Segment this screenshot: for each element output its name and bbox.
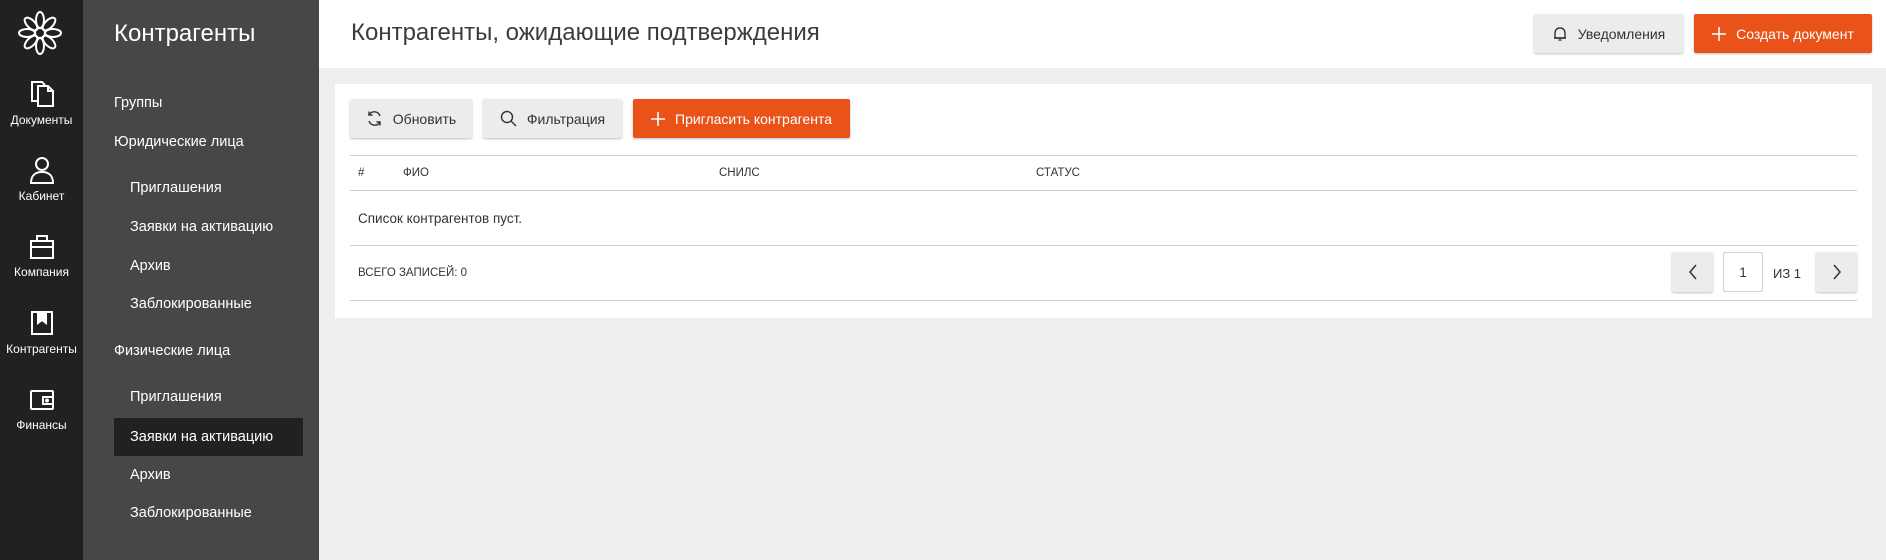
rail-item-documents[interactable]: Документы xyxy=(0,80,83,142)
plus-icon xyxy=(651,111,665,126)
refresh-button[interactable]: Обновить xyxy=(350,99,472,138)
section-sidebar: Контрагенты Группы Юридические лица Приг… xyxy=(83,0,319,560)
column-header-snils[interactable]: СНИЛС xyxy=(719,167,760,179)
rail-item-finance[interactable]: Финансы xyxy=(0,385,83,447)
sidebar-item-individual-blocked[interactable]: Заблокированные xyxy=(114,494,303,532)
create-document-label: Создать документ xyxy=(1736,25,1854,42)
rail-item-company[interactable]: Компания xyxy=(0,232,83,294)
page-header: Контрагенты, ожидающие подтверждения Уве… xyxy=(319,0,1886,68)
person-icon xyxy=(29,157,54,184)
rail-label: Финансы xyxy=(16,418,67,432)
invite-counterparty-button[interactable]: Пригласить контрагента xyxy=(633,99,850,138)
sidebar-item-legal-archive[interactable]: Архив xyxy=(114,247,303,285)
rail-label: Кабинет xyxy=(18,189,65,203)
bookmark-book-icon xyxy=(30,311,53,335)
column-header-status[interactable]: СТАТУС xyxy=(1036,167,1080,179)
search-icon xyxy=(500,110,517,127)
total-records: ВСЕГО ЗАПИСЕЙ: 0 xyxy=(358,267,468,279)
sidebar-item-legal-invitations[interactable]: Приглашения xyxy=(114,169,303,207)
column-header-number[interactable]: # xyxy=(358,167,364,179)
sidebar-item-groups[interactable]: Группы xyxy=(114,95,162,111)
invite-counterparty-label: Пригласить контрагента xyxy=(675,110,832,127)
empty-state-row: Список контрагентов пуст. xyxy=(350,191,1857,246)
documents-icon xyxy=(30,81,54,107)
logo-icon[interactable] xyxy=(16,9,64,57)
chevron-right-icon xyxy=(1832,264,1841,280)
page-number-input[interactable] xyxy=(1723,252,1763,292)
wallet-icon xyxy=(29,390,54,410)
bell-icon xyxy=(1553,26,1566,41)
rail-label: Компания xyxy=(14,265,69,279)
sidebar-item-individual-invitations[interactable]: Приглашения xyxy=(114,378,303,416)
rail-item-counterparties[interactable]: Контрагенты xyxy=(0,309,83,371)
create-document-button[interactable]: Создать документ xyxy=(1694,14,1872,53)
plus-icon xyxy=(1712,26,1727,41)
filter-button[interactable]: Фильтрация xyxy=(483,99,622,138)
page-of-label: ИЗ 1 xyxy=(1773,266,1802,281)
table-footer: ВСЕГО ЗАПИСЕЙ: 0 ИЗ 1 xyxy=(350,246,1857,301)
column-header-name[interactable]: ФИО xyxy=(403,167,429,179)
sidebar-title: Контрагенты xyxy=(114,20,256,47)
content-card: Обновить Фильтрация Пригласить контраген… xyxy=(335,84,1872,318)
filter-label: Фильтрация xyxy=(526,110,606,127)
notifications-button[interactable]: Уведомления xyxy=(1534,14,1683,53)
empty-state-text: Список контрагентов пуст. xyxy=(358,211,523,226)
briefcase-icon xyxy=(29,235,54,259)
page-title: Контрагенты, ожидающие подтверждения xyxy=(351,19,820,46)
rail-label: Документы xyxy=(10,113,73,127)
sidebar-group-legal[interactable]: Юридические лица xyxy=(114,134,244,150)
sidebar-item-individual-archive[interactable]: Архив xyxy=(114,456,303,494)
table-header: # ФИО СНИЛС СТАТУС xyxy=(350,155,1857,191)
rail-item-cabinet[interactable]: Кабинет xyxy=(0,156,83,218)
sidebar-group-individual[interactable]: Физические лица xyxy=(114,343,230,359)
sidebar-item-individual-activation[interactable]: Заявки на активацию xyxy=(114,418,303,456)
next-page-button[interactable] xyxy=(1816,252,1857,292)
refresh-icon xyxy=(368,111,381,126)
prev-page-button[interactable] xyxy=(1672,252,1713,292)
icon-rail: Документы Кабинет Компания Контрагенты Ф… xyxy=(0,0,83,560)
chevron-left-icon xyxy=(1688,264,1697,280)
rail-label: Контрагенты xyxy=(6,342,77,356)
counterparties-table: # ФИО СНИЛС СТАТУС Список контрагентов п… xyxy=(350,155,1857,301)
sidebar-item-legal-blocked[interactable]: Заблокированные xyxy=(114,285,303,323)
sidebar-item-legal-activation[interactable]: Заявки на активацию xyxy=(114,208,303,246)
notifications-label: Уведомления xyxy=(1577,25,1666,42)
refresh-label: Обновить xyxy=(392,110,457,127)
